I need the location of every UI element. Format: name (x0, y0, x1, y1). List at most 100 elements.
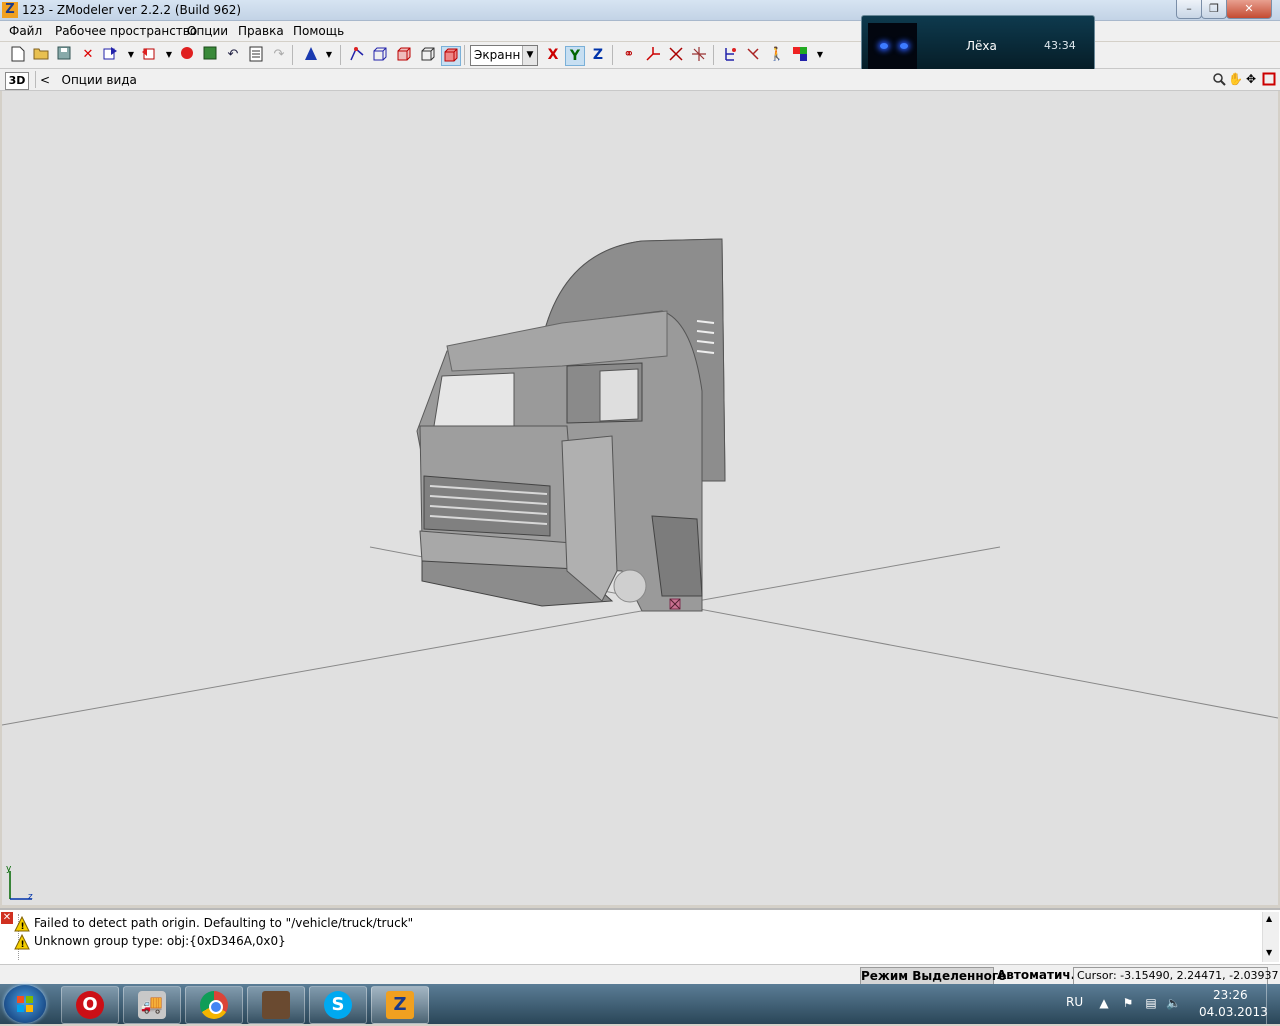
toolbar-separator (464, 45, 465, 65)
log-entry[interactable]: ! Failed to detect path origin. Defaulti… (14, 916, 413, 932)
color-dropdown-icon[interactable]: ▼ (811, 46, 829, 64)
menu-workspace[interactable]: Рабочее пространство (55, 24, 197, 38)
magnet-icon[interactable]: ⚭ (620, 46, 638, 64)
animation-figure-icon[interactable]: 🚶 (768, 46, 786, 64)
taskbar-skype[interactable]: S (309, 986, 367, 1024)
properties-icon[interactable] (247, 46, 265, 64)
pivot-icon[interactable] (690, 46, 708, 64)
back-arrow-icon: < (40, 73, 51, 87)
game-avatar-icon (262, 991, 290, 1019)
select-all-icon[interactable] (441, 46, 461, 66)
selection-mode-status[interactable]: Режим Выделенного (860, 967, 1006, 985)
open-folder-icon[interactable] (32, 46, 50, 64)
log-panel: ✕ ! Failed to detect path origin. Defaul… (0, 908, 1280, 965)
undo-icon[interactable]: ↶ (224, 46, 242, 64)
toolbar-separator (713, 45, 714, 65)
scene-canvas: y z (1, 238, 1279, 902)
volume-icon[interactable]: 🔈 (1166, 996, 1181, 1010)
create-dropdown-icon[interactable]: ▼ (320, 46, 338, 64)
delete-icon[interactable]: ✕ (79, 46, 97, 64)
color-picker-icon[interactable] (791, 46, 809, 64)
taskbar-zmodeler[interactable]: Z (371, 986, 429, 1024)
menu-help[interactable]: Помощь (293, 24, 344, 38)
avatar (868, 23, 917, 72)
redo-icon[interactable]: ↷ (270, 46, 288, 64)
close-button[interactable]: ✕ (1226, 0, 1272, 19)
axis-y-toggle[interactable]: Y (565, 46, 585, 66)
toolbar-separator (292, 45, 293, 65)
notification-time: 43:34 (1044, 39, 1076, 52)
select-vertex-icon[interactable] (348, 46, 366, 64)
toolbar-separator (340, 45, 341, 65)
truck-app-icon: 🚚 (138, 991, 166, 1019)
scroll-down-icon[interactable]: ▼ (1266, 948, 1272, 957)
rotate-view-icon[interactable]: ✥ (1244, 72, 1258, 86)
material-editor-icon[interactable] (201, 46, 219, 64)
view-options-link[interactable]: < Опции вида (40, 73, 137, 87)
3d-viewport[interactable]: y z (1, 91, 1279, 905)
log-entry[interactable]: ! Unknown group type: obj:{0xD346A,0x0} (14, 934, 286, 950)
zmodeler-app-icon[interactable]: Z (2, 2, 18, 18)
minimize-button[interactable]: – (1176, 0, 1202, 19)
export-dropdown-icon[interactable]: ▼ (160, 46, 178, 64)
import-dropdown-icon[interactable]: ▼ (122, 46, 140, 64)
render-icon[interactable] (178, 46, 196, 64)
taskbar-opera[interactable]: O (61, 986, 119, 1024)
log-entry-text: Unknown group type: obj:{0xD346A,0x0} (34, 934, 286, 948)
menu-edit[interactable]: Правка (238, 24, 284, 38)
status-bar: Режим Выделенного Автоматич. Cursor: -3.… (0, 964, 1280, 985)
chrome-icon (200, 991, 228, 1019)
toolbar-separator (612, 45, 613, 65)
maximize-button[interactable]: ❐ (1201, 0, 1227, 19)
taskbar-chrome[interactable] (185, 986, 243, 1024)
show-desktop-button[interactable] (1266, 984, 1280, 1024)
notification-name: Лёха (966, 39, 997, 53)
action-center-icon[interactable]: ⚑ (1121, 996, 1135, 1010)
export-icon[interactable] (140, 46, 158, 64)
select-object-icon[interactable] (395, 46, 413, 64)
link-icon[interactable] (744, 46, 762, 64)
clock-time[interactable]: 23:26 (1213, 988, 1248, 1002)
language-indicator[interactable]: RU (1066, 995, 1083, 1009)
taskbar-truck-app[interactable]: 🚚 (123, 986, 181, 1024)
save-icon[interactable] (55, 46, 73, 64)
new-file-icon[interactable] (9, 46, 27, 64)
axis-label-y: y (6, 864, 12, 874)
viewport-header: 3D < Опции вида ✋ ✥ (0, 69, 1280, 91)
zoom-icon[interactable] (1212, 72, 1226, 86)
scroll-up-icon[interactable]: ▲ (1266, 914, 1272, 923)
mirror-icon[interactable] (667, 46, 685, 64)
header-divider (35, 71, 36, 88)
axis-x-toggle[interactable]: X (544, 46, 562, 64)
maximize-viewport-icon[interactable] (1262, 72, 1276, 86)
tray-expand-icon[interactable]: ▲ (1097, 996, 1111, 1010)
auto-mode-status[interactable]: Автоматич. (997, 967, 1075, 983)
start-button[interactable] (4, 985, 46, 1023)
warning-icon: ! (14, 916, 30, 932)
network-icon[interactable]: ▤ (1144, 996, 1158, 1010)
taskbar: O 🚚 S Z RU ▲ ⚑ ▤ 🔈 23:26 04.03.2013 (0, 984, 1280, 1024)
close-log-icon[interactable]: ✕ (1, 912, 13, 924)
axis-indicator: y z (6, 864, 33, 902)
skype-icon: S (324, 991, 352, 1019)
zmodeler-icon: Z (386, 991, 414, 1019)
view-mode-select[interactable]: Экранн ▼ (470, 45, 538, 66)
view-3d-button[interactable]: 3D (5, 72, 29, 90)
select-face-icon[interactable] (371, 46, 389, 64)
pivot-marker (669, 598, 681, 610)
menu-options[interactable]: Опции (187, 24, 228, 38)
clock-date[interactable]: 04.03.2013 (1199, 1005, 1268, 1019)
select-group-icon[interactable] (419, 46, 437, 64)
warning-icon: ! (14, 934, 30, 950)
axis-gizmo-icon[interactable] (644, 46, 662, 64)
hierarchy-icon[interactable] (721, 46, 739, 64)
axis-z-toggle[interactable]: Z (589, 46, 607, 64)
taskbar-game[interactable] (247, 986, 305, 1024)
cursor-coordinates: Cursor: -3.15490, 2.24471, -2.03937 (1073, 967, 1279, 985)
create-cone-icon[interactable] (302, 46, 320, 64)
import-icon[interactable] (102, 46, 120, 64)
pan-hand-icon[interactable]: ✋ (1228, 72, 1243, 86)
axis-label-z: z (28, 892, 33, 902)
log-scrollbar[interactable]: ▲ ▼ (1262, 912, 1279, 962)
menu-file[interactable]: Файл (9, 24, 42, 38)
